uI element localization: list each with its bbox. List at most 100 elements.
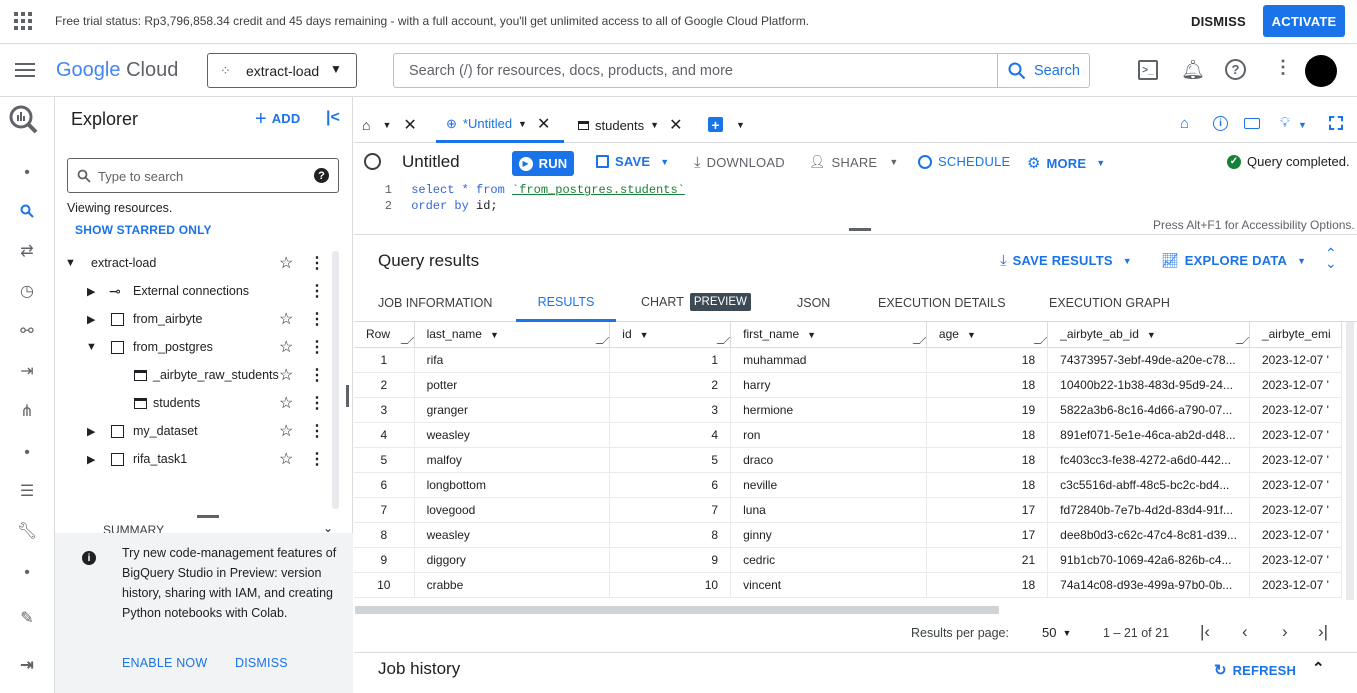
column-header-airbyte-ab-id[interactable]: _airbyte_ab_id ▼ xyxy=(1047,322,1250,348)
caret-down-icon[interactable]: ▼ xyxy=(736,120,745,130)
cell[interactable]: diggory xyxy=(414,547,611,573)
collapse-panel-icon[interactable]: |< xyxy=(326,109,340,127)
star-icon[interactable]: ☆ xyxy=(279,309,293,329)
explorer-search-input[interactable]: Type to search xyxy=(98,169,183,184)
cell[interactable]: 2023-12-07 ' xyxy=(1249,497,1342,523)
table-row[interactable]: 4 weasley 4 ron 18 891ef071-5e1e-46ca-ab2d-d4… xyxy=(354,422,1342,448)
editor-line[interactable]: 1 select * from `from_postgres.students` xyxy=(354,182,685,198)
vertical-scrollbar[interactable] xyxy=(1346,322,1354,600)
cell[interactable]: ron xyxy=(730,422,927,448)
star-icon[interactable]: ☆ xyxy=(279,253,293,273)
tree-item-extract-load[interactable]: ▼ extract-load ☆ ⋮ xyxy=(55,249,335,277)
bigquery-logo-icon[interactable] xyxy=(8,104,38,134)
cell[interactable]: lovegood xyxy=(414,497,611,523)
more-vert-icon[interactable]: ⋮ xyxy=(1274,57,1292,78)
cell[interactable]: 2023-12-07 ' xyxy=(1249,572,1342,598)
cell[interactable]: 2023-12-07 ' xyxy=(1249,447,1342,473)
close-icon[interactable]: ✕ xyxy=(403,115,416,135)
star-icon[interactable]: ☆ xyxy=(279,365,293,385)
cell[interactable]: 891ef071-5e1e-46ca-ab2d-d48... xyxy=(1047,422,1250,448)
explorer-search[interactable]: Type to search ? xyxy=(67,158,339,193)
more-vert-icon[interactable]: ⋮ xyxy=(309,281,325,301)
tab-execution-details[interactable]: EXECUTION DETAILS xyxy=(878,296,1006,310)
tab-home[interactable]: ⌂ ▼ ✕ xyxy=(362,115,417,135)
cell[interactable]: fd72840b-7e7b-4d2d-83d4-91f... xyxy=(1047,497,1250,523)
cell[interactable]: harry xyxy=(730,372,927,398)
trial-dismiss-button[interactable]: DISMISS xyxy=(1191,14,1246,29)
cell[interactable]: granger xyxy=(414,397,611,423)
tree-item-students[interactable]: students ☆ ⋮ xyxy=(55,389,335,417)
more-button[interactable]: ⚙ MORE ▼ xyxy=(1027,154,1105,172)
cell[interactable]: weasley xyxy=(414,522,611,548)
table-row[interactable]: 1 rifa 1 muhammad 18 74373957-3ebf-49de-a20e-… xyxy=(354,347,1342,373)
cell[interactable]: 74373957-3ebf-49de-a20e-c78... xyxy=(1047,347,1250,373)
info-icon[interactable]: i xyxy=(1213,116,1228,131)
sort-caret-icon[interactable]: ▼ xyxy=(807,330,816,340)
list-icon[interactable]: ☰ xyxy=(11,475,43,507)
analytics-hub-icon[interactable]: ⚯ xyxy=(11,315,43,347)
cell[interactable]: 7 xyxy=(609,497,732,523)
transfers-icon[interactable]: ⇄ xyxy=(11,235,43,267)
tree-item-from-airbyte[interactable]: ▶ from_airbyte ☆ ⋮ xyxy=(55,305,335,333)
tab-json[interactable]: JSON xyxy=(797,296,830,310)
cell[interactable]: 2023-12-07 ' xyxy=(1249,472,1342,498)
cell[interactable]: muhammad xyxy=(730,347,927,373)
cell[interactable]: weasley xyxy=(414,422,611,448)
help-icon[interactable]: ? xyxy=(1225,59,1246,80)
add-button[interactable]: + ADD xyxy=(255,109,300,129)
chevron-up-icon[interactable]: ⌃ xyxy=(1312,659,1325,677)
tree-item-rifa-task1[interactable]: ▶ rifa_task1 ☆ ⋮ xyxy=(55,445,335,473)
caret-down-icon[interactable]: ▼ xyxy=(65,257,76,269)
cell[interactable]: hermione xyxy=(730,397,927,423)
cell[interactable]: 9 xyxy=(609,547,732,573)
notifications-bell-icon[interactable]: 🔔︎ xyxy=(1181,58,1205,82)
column-header-age[interactable]: age ▼ xyxy=(926,322,1049,348)
cell[interactable]: vincent xyxy=(730,572,927,598)
more-vert-icon[interactable]: ⋮ xyxy=(309,253,325,273)
cell[interactable]: 4 xyxy=(609,422,732,448)
cell[interactable]: 17 xyxy=(926,497,1049,523)
sort-caret-icon[interactable]: ▼ xyxy=(1147,330,1156,340)
close-icon[interactable]: ✕ xyxy=(537,114,550,134)
more-vert-icon[interactable]: ⋮ xyxy=(309,365,325,385)
first-page-icon[interactable]: |‹ xyxy=(1200,622,1210,642)
more-vert-icon[interactable]: ⋮ xyxy=(309,337,325,357)
cell[interactable]: 2023-12-07 ' xyxy=(1249,422,1342,448)
cell[interactable]: 5 xyxy=(609,447,732,473)
table-row[interactable]: 2 potter 2 harry 18 10400b22-1b38-483d-95d9-2… xyxy=(354,372,1342,398)
save-results-button[interactable]: ⤓ SAVE RESULTS ▼ xyxy=(1000,252,1132,269)
cell[interactable]: 2023-12-07 ' xyxy=(1249,522,1342,548)
cell[interactable]: 2023-12-07 ' xyxy=(1249,347,1342,373)
cell[interactable]: 1 xyxy=(609,347,732,373)
promo-dismiss-button[interactable]: DISMISS xyxy=(235,656,288,670)
table-row[interactable]: 7 lovegood 7 luna 17 fd72840b-7e7b-4d2d-83d4-… xyxy=(354,497,1342,523)
cell[interactable]: cedric xyxy=(730,547,927,573)
tab-execution-graph[interactable]: EXECUTION GRAPH xyxy=(1049,296,1170,310)
per-page-select[interactable]: 50 ▼ xyxy=(1042,625,1071,640)
table-row[interactable]: 3 granger 3 hermione 19 5822a3b6-8c16-4d66-a7… xyxy=(354,397,1342,423)
search-icon[interactable] xyxy=(11,195,43,227)
next-page-icon[interactable]: › xyxy=(1282,622,1288,642)
tree-item-airbyte-raw-students[interactable]: _airbyte_raw_students ☆ ⋮ xyxy=(55,361,335,389)
cell[interactable]: crabbe xyxy=(414,572,611,598)
refresh-button[interactable]: ↻ REFRESH xyxy=(1214,661,1296,679)
close-icon[interactable]: ✕ xyxy=(669,115,682,135)
expand-rail-icon[interactable]: ⇥ xyxy=(11,649,43,681)
table-row[interactable]: 10 crabbe 10 vincent 18 74a14c08-d93e-499a-97… xyxy=(354,572,1342,598)
enable-now-button[interactable]: ENABLE NOW xyxy=(122,656,207,670)
cell[interactable]: 19 xyxy=(926,397,1049,423)
column-header-id[interactable]: id ▼ xyxy=(609,322,732,348)
cell[interactable]: 10 xyxy=(609,572,732,598)
column-header-airbyte-emitted[interactable]: _airbyte_emi xyxy=(1249,322,1342,348)
cell[interactable]: 6 xyxy=(609,472,732,498)
cell[interactable]: longbottom xyxy=(414,472,611,498)
table-row[interactable]: 8 weasley 8 ginny 17 dee8b0d3-c62c-47c4-8c81-… xyxy=(354,522,1342,548)
cell[interactable]: 18 xyxy=(926,572,1049,598)
column-header-row[interactable]: Row xyxy=(354,322,415,348)
cell[interactable]: luna xyxy=(730,497,927,523)
global-search[interactable]: Search (/) for resources, docs, products… xyxy=(393,53,1090,88)
cell[interactable]: 21 xyxy=(926,547,1049,573)
history-clock-icon[interactable]: ◷ xyxy=(11,275,43,307)
lightbulb-icon[interactable]: 💡︎ xyxy=(1280,114,1290,131)
cell[interactable]: 8 xyxy=(609,522,732,548)
